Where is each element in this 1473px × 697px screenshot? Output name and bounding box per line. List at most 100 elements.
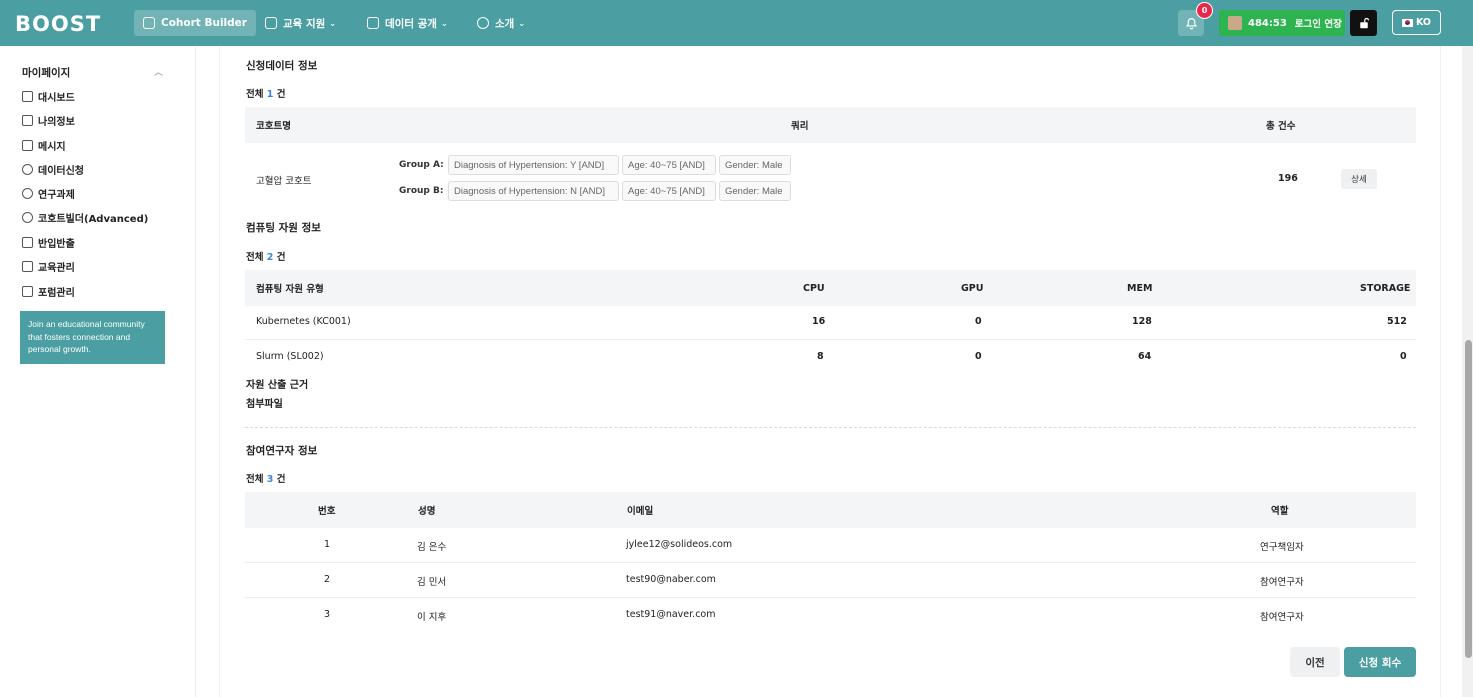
bell-icon: [1185, 17, 1197, 29]
total-prefix: 전체: [246, 252, 264, 263]
sidebar-item-research[interactable]: 연구과제: [22, 186, 75, 201]
application-data-count: 전체 1 건: [246, 86, 285, 100]
sidebar-item-dashboard[interactable]: 대시보드: [22, 89, 75, 104]
layers-icon: [22, 114, 33, 126]
login-extend-button[interactable]: 484:53 로그인 연장: [1219, 10, 1345, 36]
researcher-email: test91@naver.com: [626, 609, 716, 620]
total-number: 1: [266, 89, 274, 100]
row-divider: [245, 339, 1416, 340]
sidebar-item-label: 데이터신청: [38, 165, 84, 177]
sidebar-item-label: 교육관리: [38, 262, 75, 274]
session-timer: 484:53: [1248, 17, 1287, 29]
table-icon: [143, 17, 155, 29]
detail-button[interactable]: 상세: [1341, 169, 1377, 189]
scrollbar-thumb[interactable]: [1465, 340, 1472, 658]
nav-data-publish[interactable]: 데이터 공개 ⌄: [358, 10, 457, 36]
total-prefix: 전체: [246, 89, 264, 100]
sidebar-item-cohort-builder-advanced[interactable]: 코호트빌더(Advanced): [22, 210, 149, 225]
chevron-down-icon: ⌄: [440, 18, 448, 28]
layers-icon: [22, 260, 33, 272]
prev-button[interactable]: 이전: [1290, 647, 1340, 677]
application-data-title: 신청데이터 정보: [246, 60, 318, 72]
total-number: 2: [266, 252, 274, 263]
sidebar-item-messages[interactable]: 메시지: [22, 138, 66, 153]
cpu-value: 8: [817, 351, 824, 362]
sidebar-item-my-info[interactable]: 나의정보: [22, 113, 75, 128]
chart-icon: [477, 17, 489, 29]
dashboard-icon: [22, 90, 33, 102]
sidebar-item-label: 코호트빌더(Advanced): [38, 213, 149, 225]
column-header: 역할: [1271, 506, 1289, 517]
chevron-down-icon: ⌄: [329, 18, 336, 28]
sidebar-item-import-export[interactable]: 반입반출: [22, 235, 75, 250]
computing-count: 전체 2 건: [246, 249, 285, 263]
chart-icon: [22, 211, 33, 223]
application-table-header: 코호트명 쿼리 총 건수: [245, 107, 1416, 143]
researcher-email: test90@naber.com: [626, 574, 716, 585]
sidebar-item-education[interactable]: 교육관리: [22, 259, 75, 274]
column-header: 성명: [418, 506, 436, 517]
logout-button[interactable]: [1350, 10, 1377, 36]
storage-value: 512: [1387, 316, 1407, 327]
boost-logo[interactable]: BOOST: [15, 12, 101, 36]
withdraw-request-button[interactable]: 신청 회수: [1344, 647, 1416, 677]
research-icon: [22, 187, 33, 199]
column-header: 컴퓨팅 자원 유형: [256, 284, 324, 295]
gpu-value: 0: [975, 316, 982, 327]
gpu-value: 0: [975, 351, 982, 362]
extend-label: 로그인 연장: [1294, 19, 1342, 30]
korea-flag-icon: [1401, 18, 1413, 27]
nav-label: 데이터 공개: [385, 17, 437, 30]
sidebar-item-forum[interactable]: 포럼관리: [22, 284, 75, 299]
query-tag: Diagnosis of Hypertension: N [AND]: [448, 181, 619, 201]
sidebar-item-data-request[interactable]: 데이터신청: [22, 162, 84, 177]
researcher-name: 김 민서: [417, 577, 447, 588]
main-content: 신청데이터 정보 전체 1 건 코호트명 쿼리 총 건수 고혈압 코호트 Gro…: [219, 46, 1441, 697]
sidebar-item-label: 포럼관리: [38, 287, 75, 299]
group-a-label: Group A:: [399, 160, 444, 170]
row-divider: [245, 562, 1416, 563]
avatar: [1228, 16, 1242, 30]
data-icon: [22, 163, 33, 175]
nav-education-support[interactable]: 교육 지원 ⌄: [256, 10, 345, 36]
researchers-count: 전체 3 건: [246, 471, 285, 485]
researchers-table-header: 번호 성명 이메일 역할: [245, 492, 1416, 528]
nav-label: Cohort Builder: [161, 17, 247, 29]
row-divider: [245, 597, 1416, 598]
nav-about[interactable]: 소개 ⌄: [468, 10, 534, 36]
column-header: 코호트명: [256, 121, 291, 132]
total-prefix: 전체: [246, 474, 264, 485]
promo-banner[interactable]: Join an educational community that foste…: [20, 311, 165, 364]
query-tag: Age: 40~75 [AND]: [622, 181, 716, 201]
researcher-role: 참여연구자: [1260, 612, 1304, 623]
mem-value: 64: [1138, 351, 1152, 362]
unlock-icon: [1359, 17, 1369, 29]
nav-label: 소개: [495, 17, 515, 30]
sidebar-item-label: 반입반출: [38, 238, 75, 250]
sidebar-title[interactable]: 마이페이지: [22, 65, 70, 80]
column-header: 번호: [318, 506, 336, 517]
section-divider: [245, 427, 1416, 428]
chevron-down-icon: ⌄: [518, 18, 526, 28]
layers-icon: [22, 285, 33, 297]
researcher-no: 1: [324, 539, 331, 550]
sidebar-item-label: 나의정보: [38, 116, 75, 128]
column-header: 총 건수: [1266, 121, 1296, 132]
researcher-no: 2: [324, 574, 331, 585]
total-count: 196: [1278, 173, 1298, 184]
chevron-up-icon[interactable]: ︿: [154, 65, 163, 78]
total-number: 3: [266, 474, 274, 485]
query-tag: Diagnosis of Hypertension: Y [AND]: [448, 155, 619, 175]
column-header: CPU: [803, 282, 825, 294]
top-navbar: BOOST Cohort Builder 교육 지원 ⌄ 데이터 공개 ⌄ 소개…: [0, 0, 1473, 46]
column-header: 쿼리: [791, 121, 809, 132]
language-selector[interactable]: KO: [1392, 10, 1441, 35]
group-b-label: Group B:: [399, 186, 444, 196]
researcher-role: 연구책임자: [1260, 542, 1304, 553]
nav-cohort-builder[interactable]: Cohort Builder: [134, 10, 256, 36]
researchers-title: 참여연구자 정보: [246, 445, 318, 457]
notification-badge: 0: [1196, 2, 1213, 19]
total-suffix: 건: [276, 252, 286, 263]
sidebar-item-label: 대시보드: [38, 92, 75, 104]
cohort-name: 고혈압 코호트: [256, 176, 312, 187]
